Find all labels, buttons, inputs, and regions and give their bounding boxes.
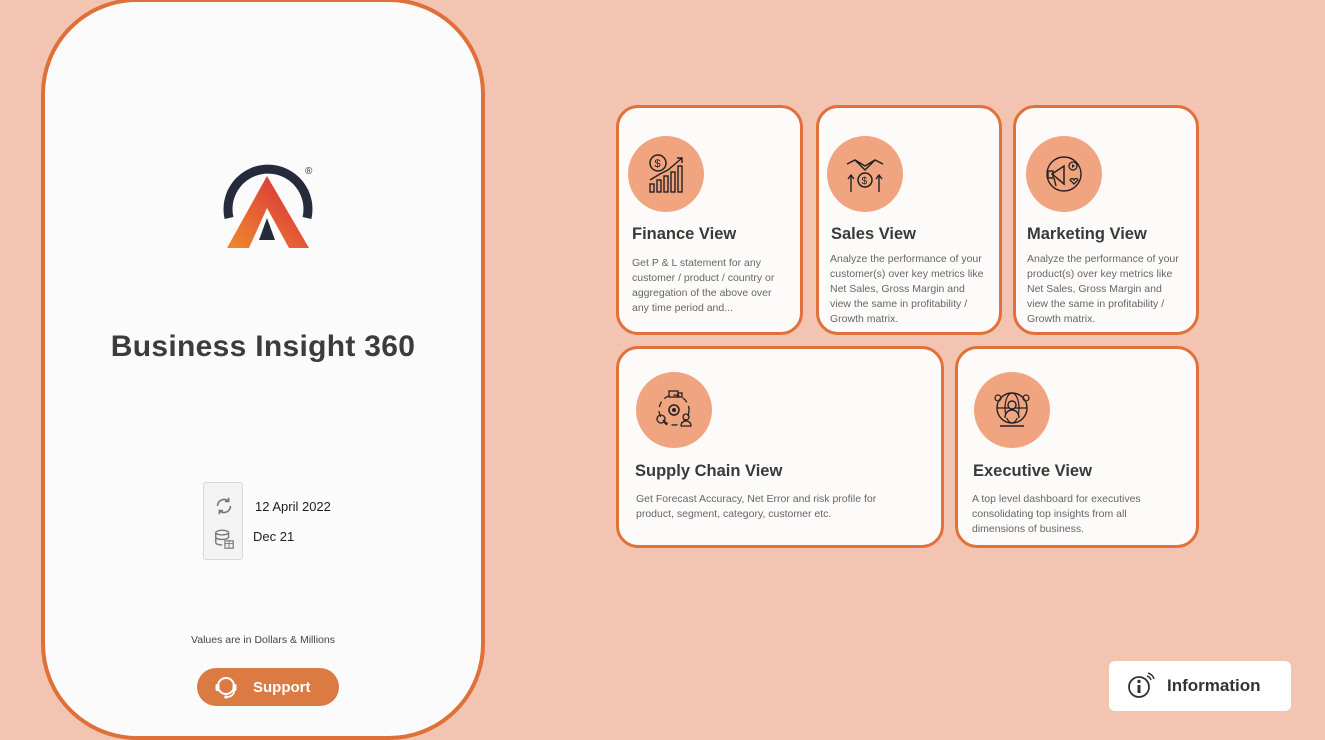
executive-view-card[interactable]: Executive View A top level dashboard for… [955, 346, 1199, 548]
megaphone-icon [1046, 156, 1082, 192]
svg-text:$: $ [862, 176, 868, 187]
app-title: Business Insight 360 [110, 330, 416, 363]
finance-chart-icon: $ [649, 154, 683, 193]
card-title: Finance View [632, 225, 737, 243]
card-description: A top level dashboard for executives con… [972, 493, 1141, 535]
data-upto-date: Dec 21 [253, 529, 295, 544]
finance-view-card[interactable]: $ Finance View Get P & L statement for a… [616, 105, 803, 335]
card-title: Supply Chain View [635, 462, 783, 480]
headset-icon [215, 677, 237, 699]
information-label: Information [1167, 676, 1261, 695]
card-description: Get P & L statement for any customer / p… [632, 257, 775, 314]
card-title: Executive View [973, 462, 1092, 480]
information-button[interactable]: Information [1109, 661, 1291, 711]
executive-icon-circle [974, 372, 1050, 448]
card-description: Analyze the performance of your product(… [1027, 253, 1179, 325]
card-description: Analyze the performance of your customer… [830, 253, 984, 325]
left-panel: ® Business Insight 360 12 April 2022 Dec… [41, 0, 485, 740]
marketing-icon-circle [1026, 136, 1102, 212]
finance-icon-circle: $ [628, 136, 704, 212]
supply-chain-icon [656, 390, 692, 427]
card-title: Marketing View [1027, 225, 1147, 243]
executive-globe-icon [994, 392, 1030, 427]
refresh-info-box [203, 482, 243, 560]
handshake-dollar-icon: $ [846, 159, 884, 192]
last-refresh-date: 12 April 2022 [255, 499, 331, 514]
marketing-view-card[interactable]: Marketing View Analyze the performance o… [1013, 105, 1199, 335]
support-label: Support [253, 678, 311, 696]
database-calendar-icon [215, 529, 234, 549]
sales-icon-circle: $ [827, 136, 903, 212]
supply-chain-view-card[interactable]: Supply Chain View Get Forecast Accuracy,… [616, 346, 944, 548]
supply-chain-icon-circle [636, 372, 712, 448]
values-note: Values are in Dollars & Millions [191, 634, 335, 646]
svg-text:$: $ [655, 158, 661, 170]
svg-text:®: ® [305, 166, 313, 177]
info-icon [1128, 672, 1155, 698]
sales-view-card[interactable]: $ Sales View Analyze the performance of … [816, 105, 1002, 335]
support-button[interactable]: Support [197, 668, 339, 706]
company-logo: ® [223, 164, 313, 248]
refresh-icon [216, 497, 232, 515]
card-description: Get Forecast Accuracy, Net Error and ris… [636, 493, 877, 520]
card-title: Sales View [831, 225, 917, 243]
